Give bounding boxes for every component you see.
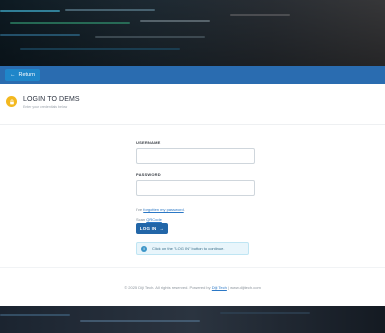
arrow-right-icon: →: [159, 226, 165, 231]
header-background-image: [0, 0, 385, 66]
password-input[interactable]: [136, 179, 255, 196]
scan-prefix: Scan: [136, 217, 146, 222]
username-label: USERNAME: [136, 140, 161, 145]
footer: © 2025 Diji Tech. All rights reserved. P…: [0, 285, 385, 290]
username-input[interactable]: [136, 148, 255, 164]
info-message: Click on the "LOG IN" button to continue…: [152, 246, 225, 251]
forgot-suffix: .: [183, 207, 185, 212]
page-title: LOGIN TO DEMS: [23, 96, 80, 103]
qrcode-link[interactable]: QRCode: [146, 217, 162, 222]
footer-divider: [0, 267, 385, 268]
footer-company-link[interactable]: Diji Tech: [212, 285, 227, 290]
footer-text: © 2025 Diji Tech. All rights reserved. P…: [124, 285, 211, 290]
page-subtitle: Enter your credentials below: [23, 105, 68, 109]
scan-qrcode-line: Scan QRCode: [136, 217, 266, 222]
return-button[interactable]: ← Return: [5, 69, 41, 81]
footer-website: | www.dijitech.com: [227, 285, 261, 290]
forgot-prefix: I've: [136, 207, 143, 212]
info-message-box: i Click on the "LOG IN" button to contin…: [136, 242, 249, 255]
footer-background-image: [0, 306, 385, 333]
info-icon: i: [141, 245, 147, 252]
arrow-left-icon: ←: [10, 72, 16, 78]
forgot-password-link[interactable]: forgotten my password: [143, 207, 183, 212]
return-label: Return: [18, 72, 36, 78]
lock-icon: [6, 96, 17, 107]
login-button[interactable]: LOG IN →: [136, 223, 168, 234]
login-form: USERNAME PASSWORD I've forgotten my pass…: [136, 140, 266, 222]
login-label: LOG IN: [139, 226, 157, 231]
top-nav-bar: ← Return: [0, 66, 385, 84]
password-label: PASSWORD: [136, 171, 161, 177]
